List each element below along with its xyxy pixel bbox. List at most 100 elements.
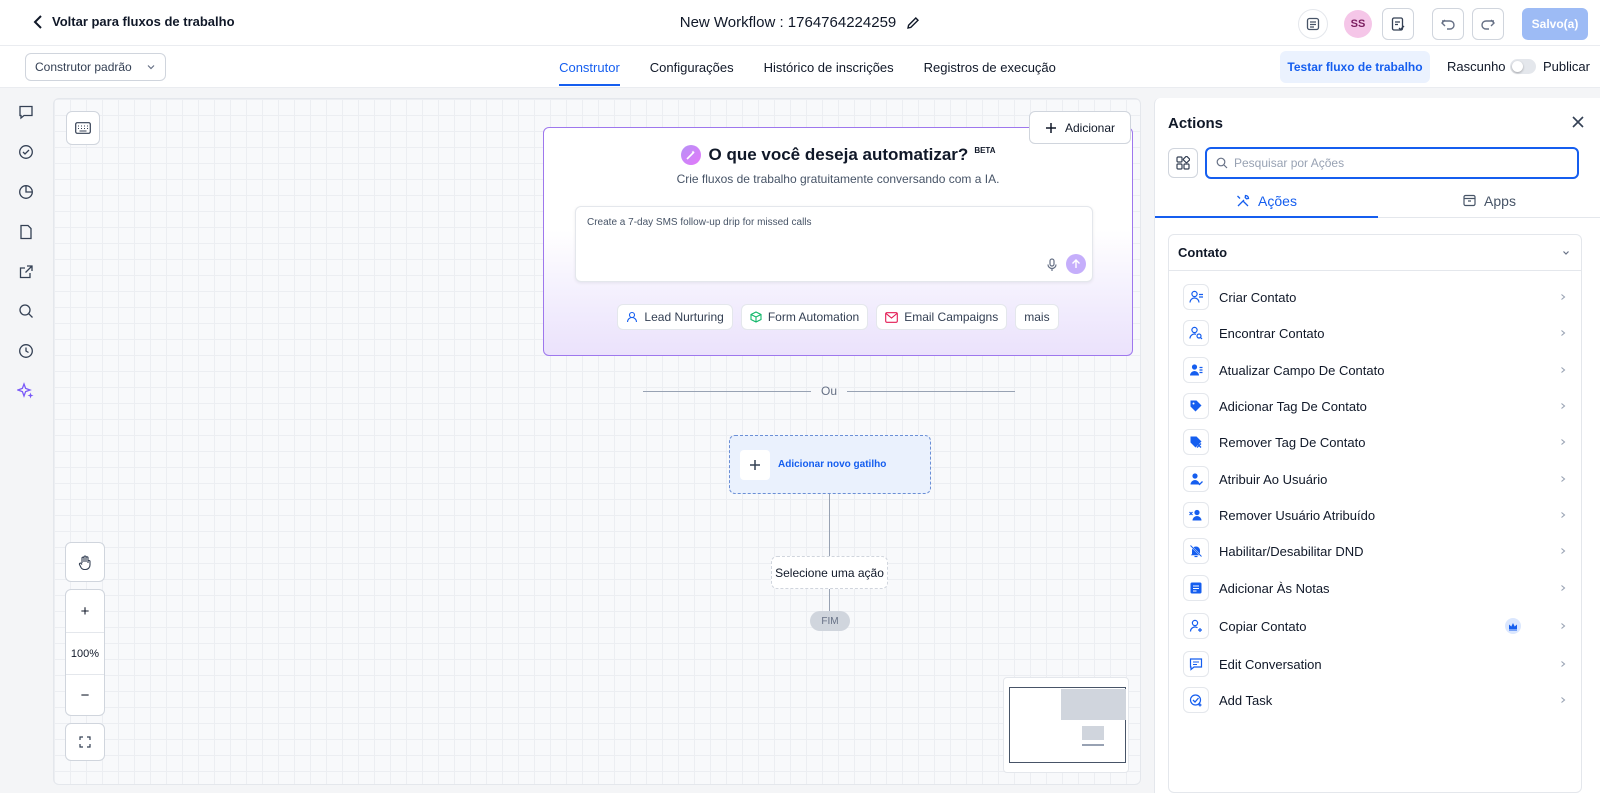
- chat-icon: [1183, 651, 1209, 677]
- user-copy-icon: [1183, 613, 1209, 639]
- notes-button[interactable]: [1298, 9, 1328, 39]
- chevron-left-icon: [33, 14, 42, 29]
- microphone-icon[interactable]: [1046, 258, 1058, 272]
- chip-form-automation[interactable]: Form Automation: [740, 304, 869, 330]
- chevron-right-icon: [1561, 367, 1566, 373]
- view-toggle-button[interactable]: [1168, 148, 1198, 178]
- keyboard-shortcuts-button[interactable]: [66, 111, 100, 145]
- select-action-node[interactable]: Selecione uma ação: [771, 556, 888, 589]
- hand-icon: [78, 554, 91, 570]
- tab-apps[interactable]: Apps: [1378, 184, 1600, 217]
- connector-line: [829, 494, 830, 556]
- back-link[interactable]: Voltar para fluxos de trabalho: [32, 14, 235, 29]
- builder-select-value: Construtor padrão: [35, 60, 132, 74]
- file-icon: [20, 224, 32, 240]
- rail-ai[interactable]: [16, 381, 36, 401]
- action-item-atualizar-campo[interactable]: Atualizar Campo De Contato: [1169, 352, 1581, 388]
- send-button[interactable]: [1066, 254, 1086, 274]
- checklist-button[interactable]: [1382, 8, 1414, 40]
- fit-view-button[interactable]: [65, 723, 105, 761]
- actions-panel: Actions Ações Apps Contato Criar Contato…: [1154, 98, 1600, 793]
- search-box: [1205, 147, 1579, 179]
- panel-title: Actions: [1168, 115, 1224, 132]
- ai-prompt-input[interactable]: Create a 7-day SMS follow-up drip for mi…: [575, 206, 1093, 282]
- close-icon[interactable]: [1571, 115, 1585, 129]
- redo-button[interactable]: [1472, 8, 1504, 40]
- zoom-out-button[interactable]: −: [66, 674, 104, 716]
- zoom-in-button[interactable]: +: [66, 590, 104, 632]
- group-header-contato[interactable]: Contato: [1169, 235, 1581, 271]
- pan-tool-button[interactable]: [65, 542, 105, 582]
- action-item-encontrar-contato[interactable]: Encontrar Contato: [1169, 315, 1581, 351]
- action-item-edit-conversation[interactable]: Edit Conversation: [1169, 646, 1581, 682]
- workflow-canvas[interactable]: Adicionar O que você deseja automatizar?…: [53, 98, 1141, 785]
- rail-history[interactable]: [16, 341, 36, 361]
- chevron-right-icon: [1561, 661, 1566, 667]
- ai-builder-card: O que você deseja automatizar? BETA Crie…: [543, 127, 1133, 356]
- add-trigger-node[interactable]: Adicionar novo gatilho: [729, 435, 931, 494]
- tab-acoes[interactable]: Ações: [1155, 184, 1378, 218]
- top-bar: Voltar para fluxos de trabalho New Workf…: [0, 0, 1600, 46]
- draft-label: Rascunho: [1447, 59, 1506, 74]
- action-item-remover-usuario[interactable]: Remover Usuário Atribuído: [1169, 497, 1581, 533]
- test-workflow-button[interactable]: Testar fluxo de trabalho: [1280, 51, 1430, 83]
- chevron-right-icon: [1561, 476, 1566, 482]
- action-item-adicionar-tag[interactable]: Adicionar Tag De Contato: [1169, 388, 1581, 424]
- chip-more[interactable]: mais: [1015, 304, 1059, 330]
- note-icon: [1183, 575, 1209, 601]
- chevron-right-icon: [1561, 623, 1566, 629]
- sub-bar: Construtor padrão Construtor Configuraçõ…: [0, 46, 1600, 88]
- or-divider: Ou: [643, 384, 1016, 398]
- undo-icon: [1441, 19, 1455, 30]
- chevron-right-icon: [1561, 439, 1566, 445]
- user-edit-icon: [1183, 357, 1209, 383]
- add-button[interactable]: Adicionar: [1029, 111, 1131, 144]
- chip-lead-nurturing[interactable]: Lead Nurturing: [617, 304, 733, 330]
- external-link-icon: [19, 265, 33, 279]
- rail-files[interactable]: [16, 222, 36, 242]
- rail-reports[interactable]: [16, 182, 36, 202]
- tab-construtor[interactable]: Construtor: [559, 46, 620, 88]
- action-item-atribuir-usuario[interactable]: Atribuir Ao Usuário: [1169, 461, 1581, 497]
- action-item-adicionar-notas[interactable]: Adicionar Às Notas: [1169, 570, 1581, 606]
- connector-line: [829, 589, 830, 611]
- group-title: Contato: [1178, 245, 1228, 260]
- plus-icon: [1045, 122, 1056, 133]
- publish-toggle[interactable]: [1510, 59, 1536, 74]
- minimap-viewport: [1009, 687, 1126, 763]
- chevron-right-icon: [1561, 585, 1566, 591]
- avatar[interactable]: SS: [1344, 10, 1372, 38]
- chip-email-campaigns[interactable]: Email Campaigns: [876, 304, 1008, 330]
- rail-chat[interactable]: [16, 102, 36, 122]
- action-item-dnd[interactable]: Habilitar/Desabilitar DND: [1169, 533, 1581, 569]
- action-item-criar-contato[interactable]: Criar Contato: [1169, 279, 1581, 315]
- mail-icon: [885, 311, 899, 323]
- tab-historico[interactable]: Histórico de inscrições: [764, 46, 894, 88]
- left-rail: [0, 88, 52, 793]
- tag-remove-icon: [1183, 429, 1209, 455]
- rail-external[interactable]: [16, 262, 36, 282]
- saved-button[interactable]: Salvo(a): [1522, 8, 1588, 40]
- search-input[interactable]: [1234, 156, 1564, 170]
- action-item-copiar-contato[interactable]: Copiar Contato: [1169, 608, 1581, 644]
- document-lines-icon: [1306, 17, 1320, 31]
- action-item-remover-tag[interactable]: Remover Tag De Contato: [1169, 424, 1581, 460]
- tab-registros[interactable]: Registros de execução: [924, 46, 1056, 88]
- end-node: FIM: [810, 611, 850, 631]
- panel-tabs: Ações Apps: [1155, 184, 1600, 218]
- user-plus-icon: [1183, 284, 1209, 310]
- user-search-icon: [1183, 320, 1209, 346]
- chevron-right-icon: [1561, 330, 1566, 336]
- tab-configuracoes[interactable]: Configurações: [650, 46, 734, 88]
- builder-select[interactable]: Construtor padrão: [25, 53, 166, 81]
- pencil-icon[interactable]: [906, 16, 920, 30]
- rail-search[interactable]: [16, 301, 36, 321]
- ai-magic-wand-icon: [680, 145, 701, 165]
- rail-tasks[interactable]: [16, 142, 36, 162]
- crown-icon: [1505, 618, 1521, 634]
- chevron-right-icon: [1561, 512, 1566, 518]
- undo-button[interactable]: [1432, 8, 1464, 40]
- minimap[interactable]: [1003, 677, 1129, 773]
- action-item-add-task[interactable]: Add Task: [1169, 682, 1581, 718]
- search-icon: [1216, 157, 1228, 169]
